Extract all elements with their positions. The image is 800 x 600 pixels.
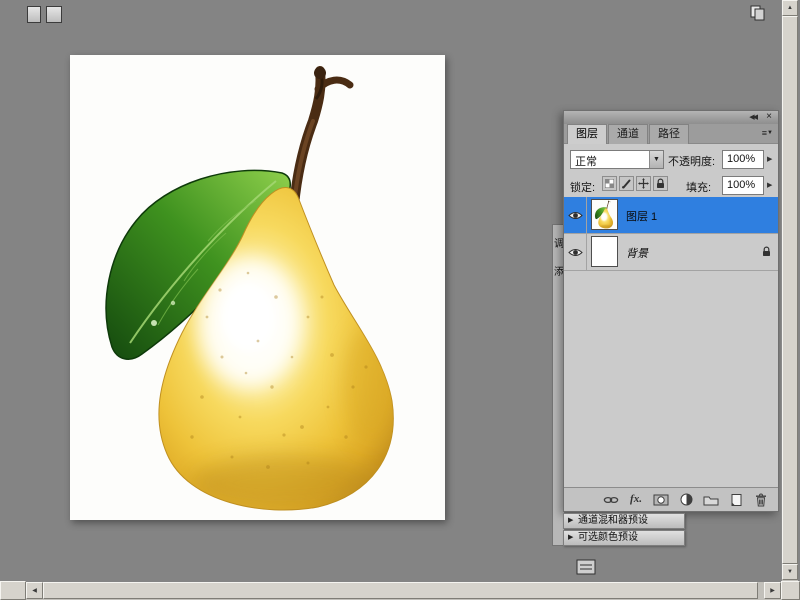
- brush-icon: [621, 178, 632, 189]
- toolbar-icon[interactable]: [27, 6, 41, 23]
- fill-slider-arrow-icon[interactable]: ▶: [767, 181, 772, 189]
- canvas-document[interactable]: [70, 55, 445, 520]
- horizontal-scrollbar-thumb[interactable]: [43, 582, 758, 599]
- layers-panel-toolbar: fx.: [564, 487, 778, 511]
- folder-icon: [703, 494, 719, 506]
- layer-style-button[interactable]: fx.: [627, 492, 645, 508]
- layer-mask-icon: [653, 494, 669, 506]
- collapse-dock-icon[interactable]: ◀◀: [749, 113, 756, 121]
- dock-header[interactable]: ◀◀ ×: [564, 111, 778, 125]
- checkerboard-icon: [605, 179, 614, 188]
- opacity-input[interactable]: 100%: [722, 150, 764, 169]
- eye-icon: [568, 247, 583, 258]
- lock-icon: [762, 246, 771, 257]
- tab-layers[interactable]: 图层: [567, 124, 607, 144]
- layers-panel: ◀◀ × 图层 通道 路径 ≡▼ 正常 ▼ 不透明度: 100% ▶ 锁定:: [563, 110, 779, 512]
- expand-arrow-icon: ▶: [568, 514, 573, 528]
- fx-icon: fx.: [630, 494, 642, 505]
- lock-position-button[interactable]: [636, 176, 651, 191]
- add-layer-mask-button[interactable]: [652, 492, 670, 508]
- pear-artwork: [70, 55, 445, 520]
- delete-layer-button[interactable]: [752, 492, 770, 508]
- panel-menu-icon[interactable]: ≡▼: [762, 128, 773, 138]
- fill-input[interactable]: 100%: [722, 176, 764, 195]
- collapsed-panel-channel-mixer-presets[interactable]: ▶ 通道混和器预设: [563, 513, 685, 529]
- scroll-left-button[interactable]: ◀: [26, 582, 43, 599]
- lock-pixels-button[interactable]: [619, 176, 634, 191]
- scroll-right-button[interactable]: ▶: [764, 582, 781, 599]
- lock-label: 锁定:: [570, 179, 595, 195]
- chain-link-icon: [603, 494, 619, 506]
- pages-icon: [748, 4, 766, 22]
- layer-name[interactable]: 背景: [626, 245, 648, 261]
- layer-row[interactable]: 图层 1: [564, 197, 778, 234]
- link-layers-button[interactable]: [602, 492, 620, 508]
- blend-mode-row: 正常 ▼ 不透明度: 100% ▶: [564, 150, 778, 170]
- scrollbar-corner: [0, 581, 26, 600]
- blend-mode-value: 正常: [575, 153, 597, 169]
- vertical-scrollbar[interactable]: ▲ ▼: [781, 0, 798, 581]
- new-adjustment-layer-button[interactable]: [677, 492, 695, 508]
- vertical-scrollbar-thumb[interactable]: [782, 16, 798, 564]
- tab-channels[interactable]: 通道: [608, 124, 648, 144]
- layer-thumbnail[interactable]: [591, 199, 618, 230]
- opacity-slider-arrow-icon[interactable]: ▶: [767, 155, 772, 163]
- pear-thumbnail-art: [592, 200, 617, 229]
- layer-list: 图层 1 背景: [564, 197, 778, 487]
- scroll-down-button[interactable]: ▼: [782, 564, 798, 580]
- layer-thumbnail[interactable]: [591, 236, 618, 267]
- eye-icon: [568, 210, 583, 221]
- lock-transparency-button[interactable]: [602, 176, 617, 191]
- fill-label: 填充:: [686, 179, 711, 195]
- blend-mode-select[interactable]: 正常 ▼: [570, 150, 664, 169]
- grid-icon[interactable]: [576, 559, 596, 576]
- opacity-label: 不透明度:: [668, 153, 715, 169]
- close-icon[interactable]: ×: [766, 111, 772, 122]
- move-icon: [638, 178, 649, 189]
- horizontal-scrollbar[interactable]: ◀ ▶: [26, 582, 781, 600]
- arrange-documents-icon[interactable]: [748, 4, 766, 22]
- toolbar-icon[interactable]: [46, 6, 62, 23]
- expand-arrow-icon: ▶: [568, 531, 573, 545]
- lock-icon: [656, 178, 665, 189]
- lock-row: 锁定:: [564, 176, 778, 196]
- visibility-toggle[interactable]: [564, 234, 587, 270]
- collapsed-panel-selective-color-presets[interactable]: ▶ 可选颜色预设: [563, 530, 685, 546]
- trash-icon: [755, 493, 767, 507]
- panel-tabs: 图层 通道 路径 ≡▼: [564, 124, 778, 144]
- tab-paths[interactable]: 路径: [649, 124, 689, 144]
- photoshop-workspace: 调 添 ◀◀ × 图层 通道 路径 ≡▼ 正常 ▼ 不透明度: 100% ▶: [0, 0, 800, 600]
- collapsed-panel-label: 可选颜色预设: [578, 532, 638, 543]
- chevron-down-icon[interactable]: ▼: [649, 151, 663, 168]
- new-layer-icon: [730, 493, 742, 507]
- scrollbar-corner: [781, 581, 800, 600]
- collapsed-panel-label: 通道混和器预设: [578, 515, 648, 526]
- new-group-button[interactable]: [702, 492, 720, 508]
- adjustment-circle-icon: [680, 493, 693, 506]
- lock-all-button[interactable]: [653, 176, 668, 191]
- layer-row[interactable]: 背景: [564, 234, 778, 271]
- visibility-toggle[interactable]: [564, 197, 587, 233]
- layer-name[interactable]: 图层 1: [626, 208, 657, 224]
- scroll-up-button[interactable]: ▲: [782, 0, 798, 16]
- new-layer-button[interactable]: [727, 492, 745, 508]
- grid-icon-glyph: [576, 559, 596, 576]
